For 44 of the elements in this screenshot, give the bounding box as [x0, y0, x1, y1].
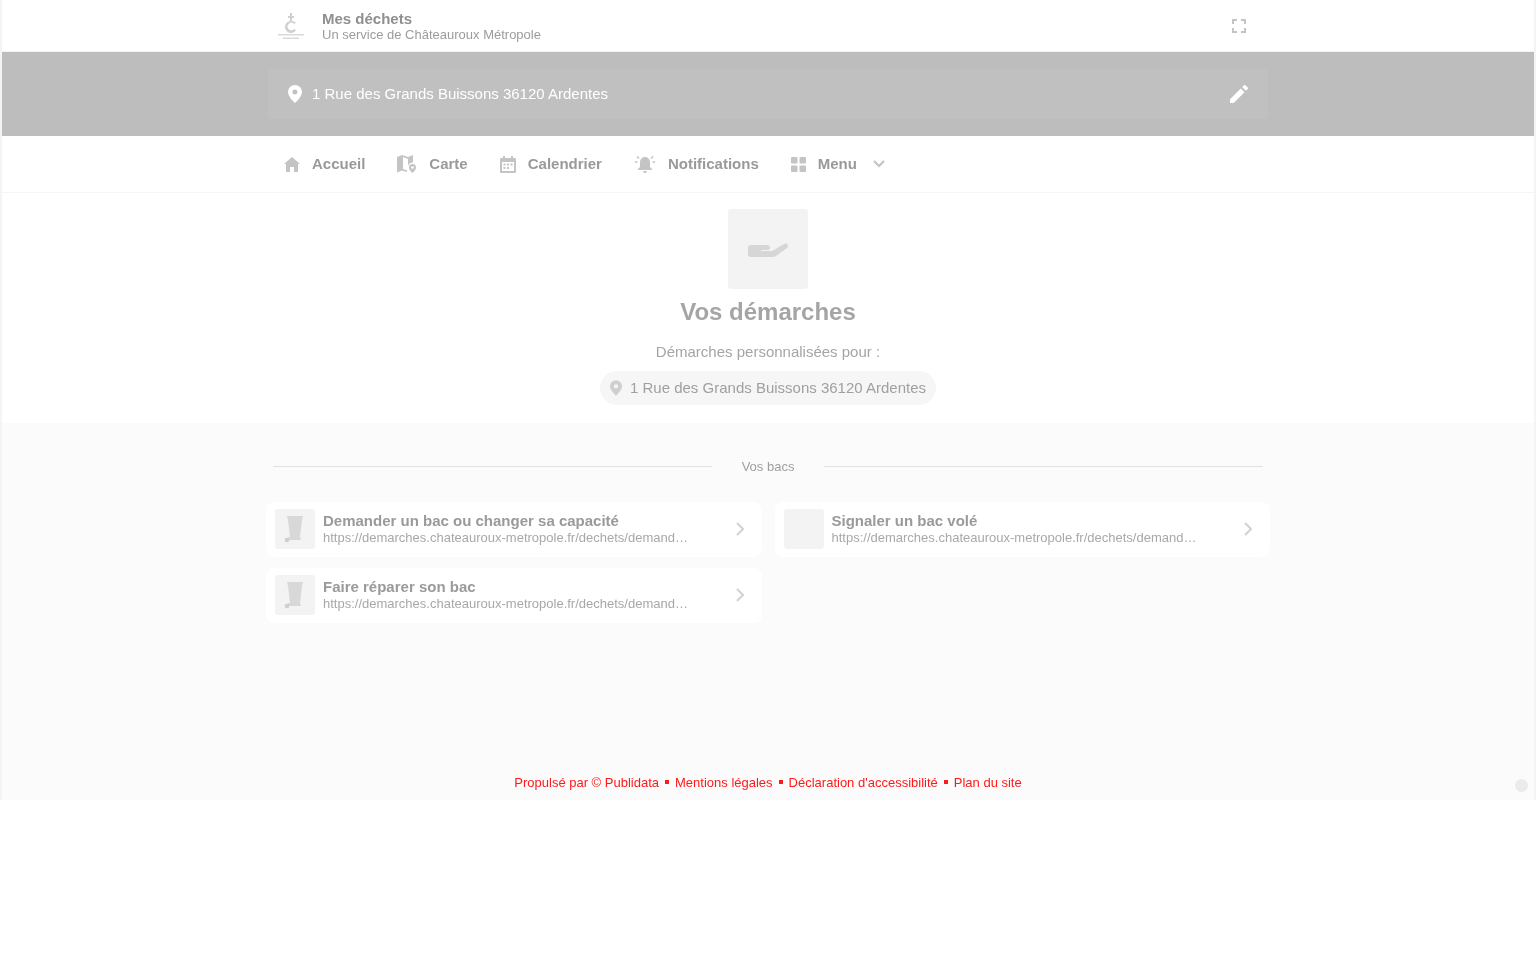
procedure-card[interactable]: Demander un bac ou changer sa capacité https://demarches.chateauroux-metropole.fr/dechets/demand…: [266, 501, 762, 557]
footer-link[interactable]: Propulsé par © Publidata: [514, 772, 660, 792]
nav-tab[interactable]: Menu: [782, 146, 891, 182]
app-title: Mes déchets: [322, 9, 414, 27]
address-text: 1 Rue des Grands Buissons 36120 Ardentes: [312, 83, 609, 104]
footer-link[interactable]: Plan du site: [953, 772, 1022, 792]
chevron-right-icon: [735, 588, 744, 602]
page-title: Vos démarches: [680, 299, 856, 325]
card-title: Demander un bac ou changer sa capacité: [323, 512, 620, 530]
procedure-card[interactable]: Faire réparer son bac https://demarches.chateauroux-metropole.fr/dechets/demand…: [266, 567, 762, 623]
bell-icon: [633, 155, 656, 173]
card-url: https://demarches.chateauroux-metropole.fr/dechets/demand…: [831, 530, 1198, 546]
wheelie-bin-icon: [275, 575, 315, 615]
page-subtitle: Démarches personnalisées pour :: [655, 343, 881, 361]
open-hand-icon: [728, 209, 808, 289]
card-title: Signaler un bac volé: [831, 512, 979, 530]
location-pin-icon: [288, 85, 302, 103]
location-pin-icon: [610, 380, 622, 396]
card-url: https://demarches.chateauroux-metropole.fr/dechets/demand…: [323, 530, 689, 546]
edit-pencil-icon[interactable]: [1230, 85, 1248, 103]
separator-icon: [943, 780, 948, 785]
map-icon: [397, 155, 418, 173]
address-chip: 1 Rue des Grands Buissons 36120 Ardentes: [600, 371, 936, 405]
chevron-right-icon: [735, 522, 744, 536]
footer-link[interactable]: Déclaration d'accessibilité: [788, 772, 938, 792]
logo-icon: [276, 10, 306, 41]
calendar-icon: [499, 155, 516, 173]
card-title: Faire réparer son bac: [323, 578, 477, 596]
nav-tab[interactable]: Accueil: [276, 146, 372, 182]
chevron-right-icon: [1244, 522, 1252, 536]
home-icon: [284, 156, 300, 172]
nav-tab[interactable]: Calendrier: [491, 146, 608, 182]
footer-link[interactable]: Mentions légales: [675, 772, 773, 792]
procedure-card[interactable]: Signaler un bac volé https://demarches.chateauroux-metropole.fr/dechets/demand…: [774, 501, 1270, 557]
section-heading: Vos bacs: [740, 458, 796, 476]
separator-icon: [778, 780, 783, 785]
fullscreen-icon[interactable]: [1232, 18, 1246, 33]
nav-tab[interactable]: Notifications: [625, 146, 765, 182]
card-url: https://demarches.chateauroux-metropole.fr/dechets/demand…: [323, 596, 689, 612]
nav-tab[interactable]: Carte: [389, 146, 474, 182]
grid-icon: [790, 156, 806, 172]
app-subtitle: Un service de Châteauroux Métropole: [322, 26, 541, 42]
wheelie-bin-icon: [275, 509, 315, 549]
separator-icon: [665, 780, 670, 785]
